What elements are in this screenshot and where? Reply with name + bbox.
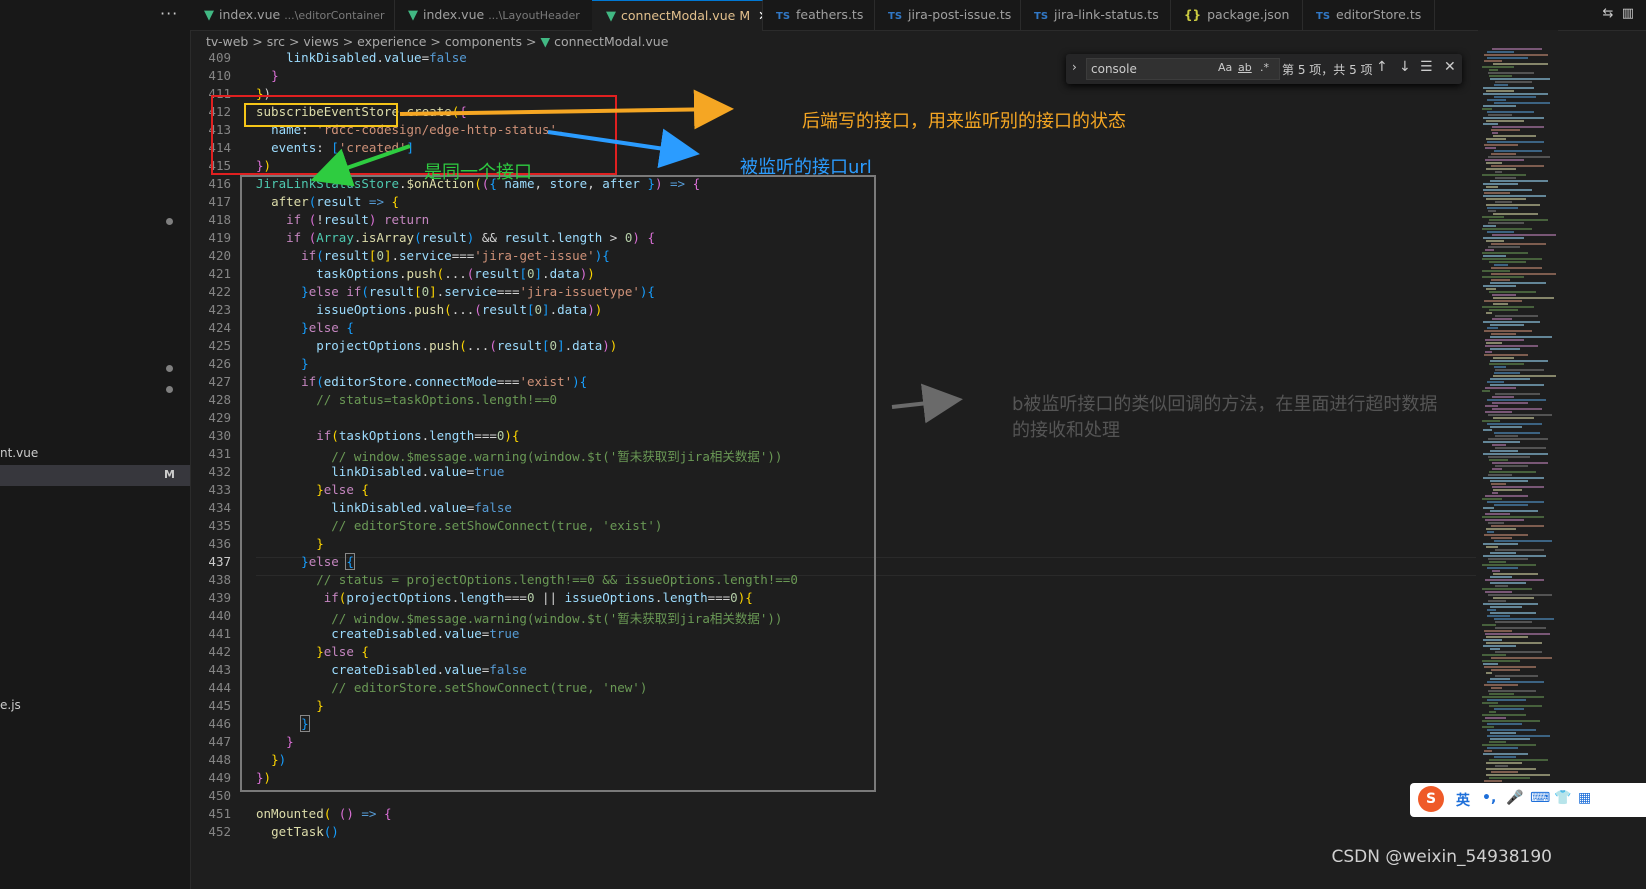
csdn-watermark: CSDN @weixin_54938190 [1331,847,1552,867]
annotation-same-api: 是同一个接口 [424,162,532,183]
annotation-overlay [211,89,963,792]
keyboard-icon[interactable]: ⌨ [1530,790,1550,806]
gray-highlight-box [240,175,876,792]
ime-toolbar[interactable]: S 英 •, 🎤 ⌨ 👕 ▦ [1410,783,1646,817]
annotation-callback-line2: 的接收和处理 [1012,420,1120,441]
annotation-watched-url: 被监听的接口url [740,157,872,178]
skin-icon[interactable]: 👕 [1554,790,1571,806]
orange-arrow [399,89,734,130]
annotation-callback-line1: b被监听接口的类似回调的方法，在里面进行超时数据 [1012,394,1438,415]
annotation-backend-api: 后端写的接口，用来监听别的接口的状态 [802,111,1126,132]
ime-lang-toggle[interactable]: 英 [1456,790,1470,810]
microphone-icon[interactable]: 🎤 [1506,790,1523,806]
blue-arrow [547,128,700,169]
toolbox-icon[interactable]: ▦ [1578,790,1591,806]
gray-arrow [891,383,963,424]
sogou-logo-icon: S [1418,786,1444,812]
yellow-highlight-box [244,103,398,127]
punctuation-icon[interactable]: •, [1482,790,1496,806]
